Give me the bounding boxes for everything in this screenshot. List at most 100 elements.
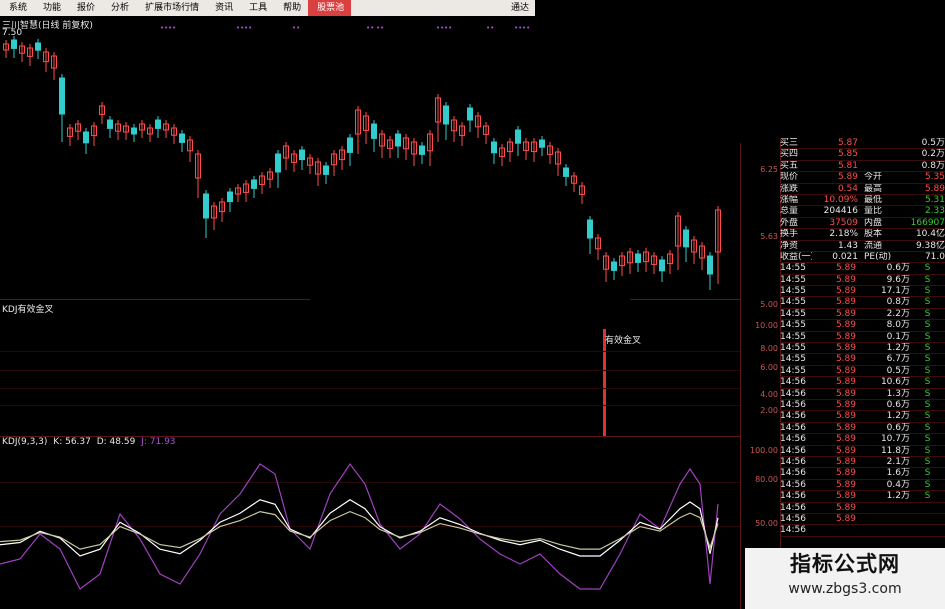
- quote-label-2: 量比: [864, 206, 883, 217]
- candle-body: [419, 145, 425, 155]
- tick-price: 5.89: [835, 263, 856, 274]
- tick-price: 5.89: [835, 513, 856, 524]
- candle-body: [563, 167, 569, 177]
- menu-system[interactable]: 系统: [0, 0, 34, 16]
- kdj-j-line: [0, 462, 719, 590]
- kdj-chart[interactable]: [0, 434, 740, 609]
- tick-price: 5.89: [835, 491, 856, 502]
- tick-flag: S: [924, 297, 931, 308]
- quote-label: 外盘: [780, 217, 799, 228]
- tick-price: [816, 525, 864, 535]
- quote-label-2: 最高: [864, 183, 883, 194]
- tick-price: 5.89: [835, 445, 856, 456]
- quote-row: 换手 2.18% 股本 10.4亿: [780, 229, 945, 241]
- tick-time: 14:56: [780, 502, 806, 513]
- tick-row: 14:55 5.89 9.6万 S: [780, 274, 945, 287]
- signal-dot: ••: [366, 24, 374, 32]
- tick-row: 14:56 5.89 1.2万 S: [780, 411, 945, 423]
- tick-flag: S: [924, 479, 931, 490]
- signal-dot: ••: [486, 24, 494, 32]
- candle-body: [323, 165, 329, 175]
- menu-function[interactable]: 功能: [34, 0, 68, 16]
- tick-flag: S: [924, 365, 931, 376]
- quote-label: 收益(一): [780, 251, 812, 262]
- price-axis-label: 5.00: [760, 300, 778, 309]
- menu-analysis[interactable]: 分析: [102, 0, 136, 16]
- candlestick-chart[interactable]: •• •• •• •• •• •• •• •• •• •• •• ••: [0, 16, 740, 316]
- grid-line: [0, 405, 740, 406]
- tick-time: 14:55: [780, 297, 806, 308]
- quote-label: 涨幅: [780, 194, 799, 205]
- tick-row: 14:55 5.89 0.6万 S: [780, 263, 945, 275]
- tick-price: 5.89: [835, 468, 856, 479]
- tick-price: 5.89: [835, 434, 856, 445]
- tick-time: 14:56: [780, 468, 806, 479]
- tick-flag: S: [924, 399, 931, 410]
- tick-flag: S: [924, 286, 931, 297]
- tick-volume: 1.2万: [886, 491, 910, 502]
- quote-label-2: [862, 138, 900, 148]
- candle-body: [515, 129, 521, 144]
- tick-flag: S: [924, 445, 931, 456]
- tick-row: 14:55 5.89 0.1万 S: [780, 331, 945, 344]
- quote-row: 涨跌 0.54 最高 5.89: [780, 184, 945, 195]
- tick-list[interactable]: 14:55 5.89 0.6万 S 14:55 5.89 9.6万 S 14:55 5.89 17.…: [780, 263, 945, 537]
- quote-label-2: 流通: [864, 240, 883, 251]
- tick-volume: 0.6万: [886, 399, 910, 410]
- menu-quote[interactable]: 报价: [68, 0, 102, 16]
- quote-value: 0.54: [837, 183, 858, 194]
- tick-row: 14:56 5.89 11.8万 S: [780, 446, 945, 457]
- candle-body: [539, 139, 545, 148]
- menu-tongda[interactable]: 通达: [502, 0, 535, 16]
- candle-body: [35, 42, 41, 51]
- tick-flag: S: [924, 434, 931, 445]
- menu-extended-market[interactable]: 扩展市场行情: [136, 0, 206, 16]
- tick-row: 14:56 5.89: [780, 503, 945, 514]
- quote-value: 2.18%: [829, 229, 858, 240]
- quote-value: 5.89: [837, 172, 858, 183]
- menu-help[interactable]: 帮助: [274, 0, 308, 16]
- tick-flag: S: [924, 491, 931, 502]
- menu-tools[interactable]: 工具: [240, 0, 274, 16]
- tick-flag: [910, 525, 945, 535]
- candle-body: [11, 39, 17, 49]
- quote-label-2: 今开: [864, 172, 883, 183]
- tick-flag: S: [924, 354, 931, 365]
- tick-flag: S: [924, 320, 931, 331]
- tick-time: 14:55: [780, 365, 806, 376]
- quote-value: 37509: [829, 217, 858, 228]
- candle-body: [611, 261, 617, 271]
- tick-flag: S: [924, 274, 931, 285]
- candle-body: [59, 77, 65, 115]
- candle-body: [131, 127, 137, 135]
- tick-price: 5.89: [835, 411, 856, 422]
- chart-area[interactable]: 三川智慧(日线 前复权) 7.50 •• •• •• •• •• •• •• •• •• •• ••…: [0, 16, 778, 609]
- tick-volume: 1.6万: [886, 468, 910, 479]
- quote-row: 买三 5.87 0.5万: [780, 138, 945, 150]
- panel-divider-1a: [0, 299, 310, 300]
- tick-time: 14:55: [780, 308, 806, 319]
- panel-divider-1b: [630, 299, 740, 300]
- tick-volume: 10.6万: [880, 377, 910, 388]
- ind1-axis-label: 10.00: [755, 321, 778, 330]
- candle-body: [347, 137, 353, 153]
- quote-label: 涨跌: [780, 183, 799, 194]
- quote-value: 204416: [823, 206, 858, 217]
- menu-stock-pool[interactable]: 股票池: [308, 0, 352, 16]
- tick-volume: 2.2万: [886, 308, 910, 319]
- chart-right-border: [740, 143, 741, 609]
- quote-label-2: 最低: [864, 194, 883, 205]
- price-axis-label: 5.63: [760, 232, 778, 241]
- grid-line: [0, 388, 740, 389]
- tick-price: 5.89: [835, 331, 856, 342]
- quote-value: 0.021: [832, 251, 858, 262]
- candle-body: [587, 219, 593, 239]
- tick-row: 14:56: [780, 525, 945, 537]
- signal-dot: ••: [168, 24, 176, 32]
- tick-price: 5.89: [835, 502, 856, 513]
- tick-time: 14:56: [780, 388, 806, 399]
- menu-news[interactable]: 资讯: [206, 0, 240, 16]
- tick-price: 5.89: [835, 274, 856, 285]
- watermark-title: 指标公式网: [790, 552, 900, 576]
- candle-body: [443, 105, 449, 125]
